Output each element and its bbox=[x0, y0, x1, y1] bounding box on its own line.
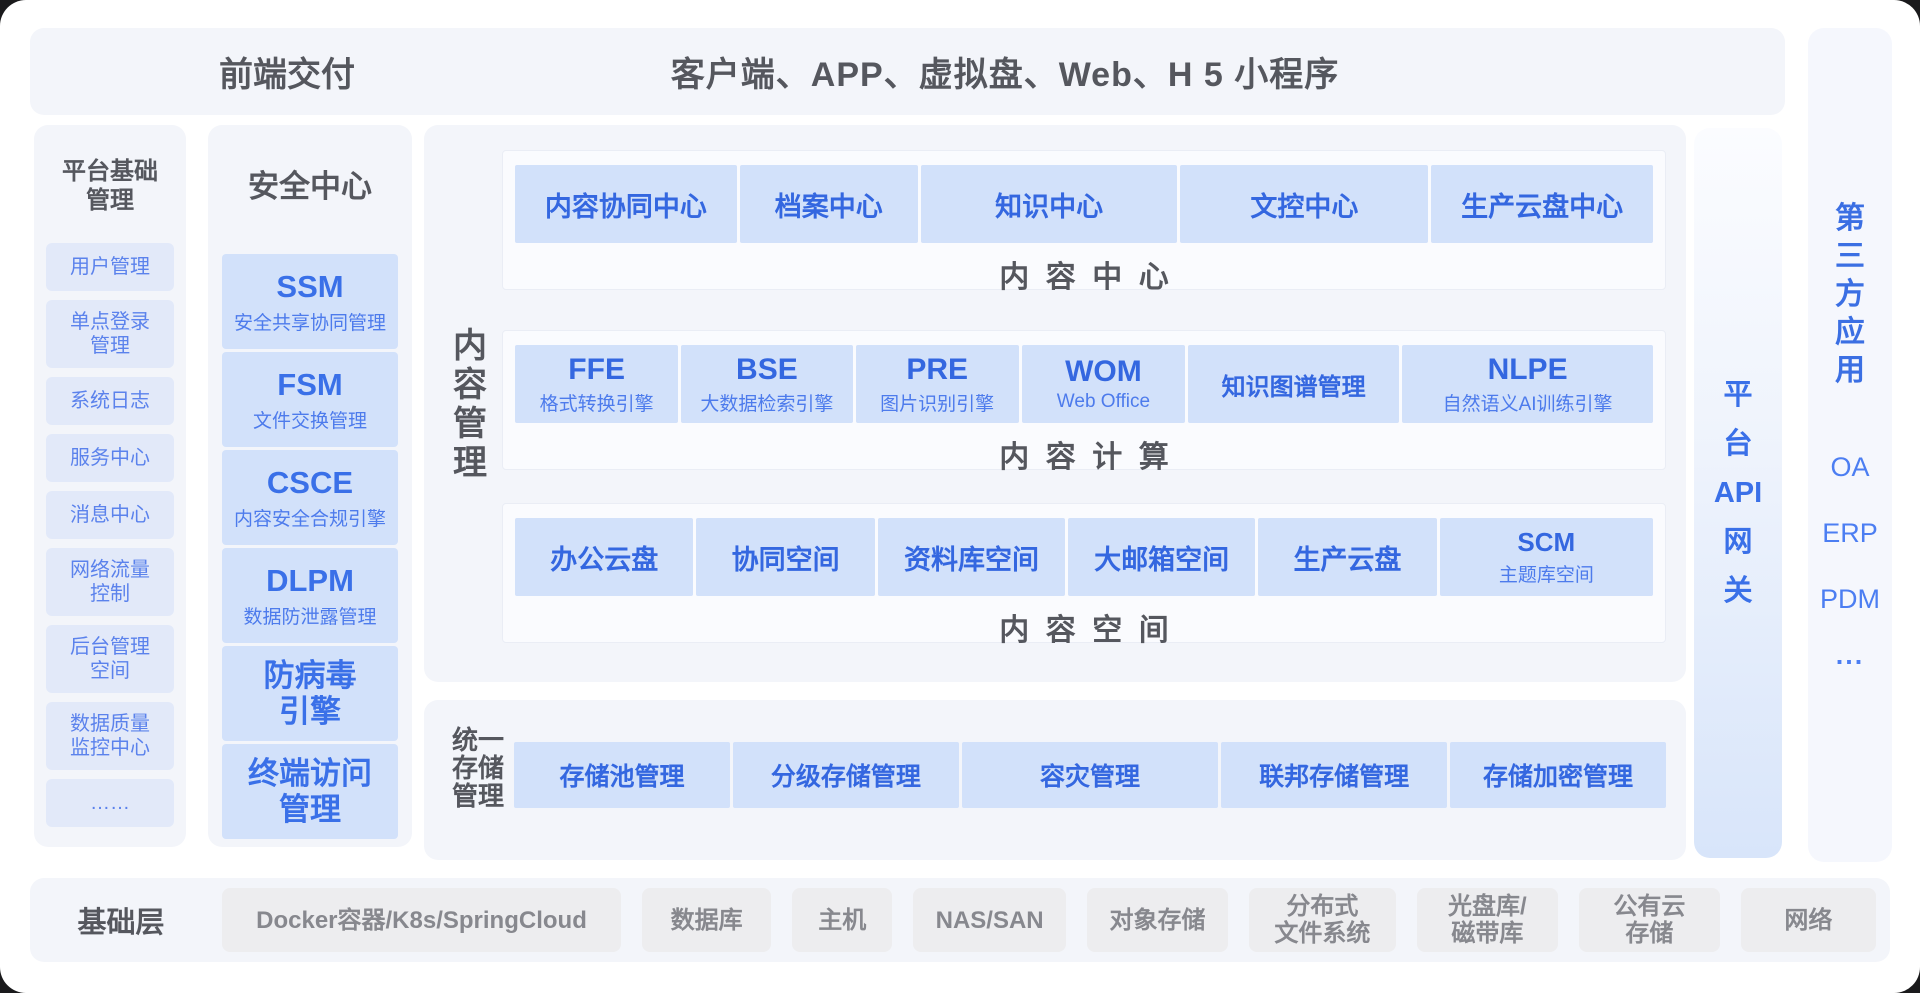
cell-production-cloud-center: 生产云盘中心 bbox=[1431, 165, 1653, 243]
platform-item-message-center: 消息中心 bbox=[46, 491, 174, 539]
security-item-antivirus: 防病毒 引擎 bbox=[222, 646, 398, 741]
platform-api-gateway-column: 平 台 API 网 关 bbox=[1694, 128, 1782, 858]
cell-knowledge-graph-mgmt: 知识图谱管理 bbox=[1188, 345, 1399, 423]
base-item-host: 主机 bbox=[792, 888, 892, 952]
platform-item-ellipsis: …… bbox=[46, 779, 174, 827]
security-item-fsm: FSM 文件交换管理 bbox=[222, 352, 398, 447]
third-party-item-erp: ERP bbox=[1808, 518, 1892, 549]
security-item-csce: CSCE 内容安全合规引擎 bbox=[222, 450, 398, 545]
platform-item-sso: 单点登录 管理 bbox=[46, 300, 174, 368]
cell-nlpe: NLPE 自然语义AI训练引擎 bbox=[1402, 345, 1653, 423]
security-column-title: 安全中心 bbox=[222, 161, 398, 206]
cell-library-space: 资料库空间 bbox=[878, 518, 1065, 596]
cell-archive-center: 档案中心 bbox=[740, 165, 918, 243]
security-center-column: 安全中心 SSM 安全共享协同管理 FSM 文件交换管理 CSCE 内容安全合规… bbox=[208, 125, 412, 847]
security-item-ssm: SSM 安全共享协同管理 bbox=[222, 254, 398, 349]
base-item-database: 数据库 bbox=[642, 888, 771, 952]
security-item-acronym: SSM bbox=[276, 269, 343, 305]
content-compute-box: FFE 格式转换引擎 BSE 大数据检索引擎 PRE 图片识别引擎 WOM We… bbox=[502, 330, 1666, 470]
platform-item-system-log: 系统日志 bbox=[46, 377, 174, 425]
security-item-terminal-access: 终端访问 管理 bbox=[222, 744, 398, 839]
platform-api-gateway-label: 平 台 API 网 关 bbox=[1714, 371, 1762, 616]
security-item-acronym: DLPM bbox=[266, 563, 354, 599]
base-item-docker-k8s: Docker容器/K8s/SpringCloud bbox=[222, 888, 621, 952]
cell-disaster-recovery-mgmt: 容灾管理 bbox=[962, 742, 1218, 808]
third-party-item-oa: OA bbox=[1808, 452, 1892, 483]
base-item-public-cloud: 公有云 存储 bbox=[1579, 888, 1720, 952]
base-item-network: 网络 bbox=[1741, 888, 1876, 952]
base-layer-bar: 基础层 Docker容器/K8s/SpringCloud 数据库 主机 NAS/… bbox=[30, 878, 1890, 962]
base-item-optical-tape: 光盘库/ 磁带库 bbox=[1417, 888, 1558, 952]
platform-item-admin-space: 后台管理 空间 bbox=[46, 625, 174, 693]
base-item-object-storage: 对象存储 bbox=[1087, 888, 1228, 952]
platform-item-service-center: 服务中心 bbox=[46, 434, 174, 482]
content-center-box: 内容协同中心 档案中心 知识中心 文控中心 生产云盘中心 内容中心 bbox=[502, 150, 1666, 290]
third-party-item-pdm: PDM bbox=[1808, 584, 1892, 615]
cell-pre: PRE 图片识别引擎 bbox=[856, 345, 1019, 423]
security-item-subtitle: 文件交换管理 bbox=[253, 406, 367, 433]
cell-ffe: FFE 格式转换引擎 bbox=[515, 345, 678, 423]
platform-item-user-mgmt: 用户管理 bbox=[46, 243, 174, 291]
front-delivery-bar: 前端交付 客户端、APP、虚拟盘、Web、H 5 小程序 bbox=[30, 28, 1785, 115]
third-party-title: 第 三 方 应 用 bbox=[1808, 200, 1892, 390]
content-space-row: 办公云盘 协同空间 资料库空间 大邮箱空间 生产云盘 SCM 主题库空间 bbox=[515, 518, 1653, 596]
security-item-acronym: 防病毒 引擎 bbox=[264, 658, 357, 730]
content-space-label: 内容空间 bbox=[503, 605, 1665, 649]
cell-wom: WOM Web Office bbox=[1022, 345, 1185, 423]
content-management-label: 内 容 管 理 bbox=[448, 327, 492, 483]
cell-scm: SCM 主题库空间 bbox=[1440, 518, 1653, 596]
base-item-nas-san: NAS/SAN bbox=[913, 888, 1066, 952]
content-center-label: 内容中心 bbox=[503, 252, 1665, 296]
security-items: SSM 安全共享协同管理 FSM 文件交换管理 CSCE 内容安全合规引擎 DL… bbox=[222, 254, 398, 839]
security-item-dlpm: DLPM 数据防泄露管理 bbox=[222, 548, 398, 643]
third-party-item-ellipsis: ... bbox=[1808, 640, 1892, 671]
cell-knowledge-center: 知识中心 bbox=[921, 165, 1178, 243]
cell-storage-pool-mgmt: 存储池管理 bbox=[514, 742, 730, 808]
platform-column-title: 平台基础 管理 bbox=[46, 157, 174, 215]
cell-doc-control-center: 文控中心 bbox=[1180, 165, 1428, 243]
platform-item-traffic-control: 网络流量 控制 bbox=[46, 548, 174, 616]
cell-collab-space: 协同空间 bbox=[696, 518, 874, 596]
security-item-subtitle: 内容安全合规引擎 bbox=[234, 504, 386, 531]
cell-bse: BSE 大数据检索引擎 bbox=[681, 345, 852, 423]
content-space-box: 办公云盘 协同空间 资料库空间 大邮箱空间 生产云盘 SCM 主题库空间 bbox=[502, 503, 1666, 643]
security-item-acronym: CSCE bbox=[267, 465, 353, 501]
content-compute-label: 内容计算 bbox=[503, 432, 1665, 476]
front-delivery-label: 前端交付 bbox=[182, 28, 392, 115]
unified-storage-panel: 统一 存储 管理 存储池管理 分级存储管理 容灾管理 联邦存储管理 存储加密管理 bbox=[424, 700, 1686, 860]
base-layer-items: Docker容器/K8s/SpringCloud 数据库 主机 NAS/SAN … bbox=[222, 888, 1876, 952]
cell-production-cloud-disk: 生产云盘 bbox=[1258, 518, 1436, 596]
content-management-panel: 内 容 管 理 内容协同中心 档案中心 知识中心 文控中心 生产云盘中心 bbox=[424, 125, 1686, 682]
base-item-distributed-fs: 分布式 文件系统 bbox=[1249, 888, 1396, 952]
clients-title: 客户端、APP、虚拟盘、Web、H 5 小程序 bbox=[550, 28, 1460, 115]
third-party-apps-column: 第 三 方 应 用 OA ERP PDM ... bbox=[1808, 28, 1892, 862]
platform-base-column: 平台基础 管理 用户管理 单点登录 管理 系统日志 服务中心 消息中心 网络流量… bbox=[34, 125, 186, 847]
platform-item-data-quality: 数据质量 监控中心 bbox=[46, 702, 174, 770]
unified-storage-label: 统一 存储 管理 bbox=[452, 726, 510, 810]
cell-big-mailbox-space: 大邮箱空间 bbox=[1068, 518, 1255, 596]
security-item-acronym: 终端访问 管理 bbox=[248, 756, 372, 828]
architecture-diagram: 前端交付 客户端、APP、虚拟盘、Web、H 5 小程序 平台基础 管理 用户管… bbox=[0, 0, 1920, 993]
storage-row: 存储池管理 分级存储管理 容灾管理 联邦存储管理 存储加密管理 bbox=[514, 742, 1666, 808]
cell-tiered-storage-mgmt: 分级存储管理 bbox=[733, 742, 959, 808]
content-compute-row: FFE 格式转换引擎 BSE 大数据检索引擎 PRE 图片识别引擎 WOM We… bbox=[515, 345, 1653, 423]
content-center-row: 内容协同中心 档案中心 知识中心 文控中心 生产云盘中心 bbox=[515, 165, 1653, 243]
security-item-acronym: FSM bbox=[277, 367, 342, 403]
cell-office-cloud-disk: 办公云盘 bbox=[515, 518, 693, 596]
cell-storage-encryption-mgmt: 存储加密管理 bbox=[1450, 742, 1666, 808]
platform-items: 用户管理 单点登录 管理 系统日志 服务中心 消息中心 网络流量 控制 后台管理… bbox=[46, 243, 174, 827]
security-item-subtitle: 安全共享协同管理 bbox=[234, 308, 386, 335]
cell-content-collab-center: 内容协同中心 bbox=[515, 165, 737, 243]
base-layer-label: 基础层 bbox=[56, 878, 186, 962]
cell-federated-storage-mgmt: 联邦存储管理 bbox=[1221, 742, 1447, 808]
security-item-subtitle: 数据防泄露管理 bbox=[243, 602, 376, 629]
